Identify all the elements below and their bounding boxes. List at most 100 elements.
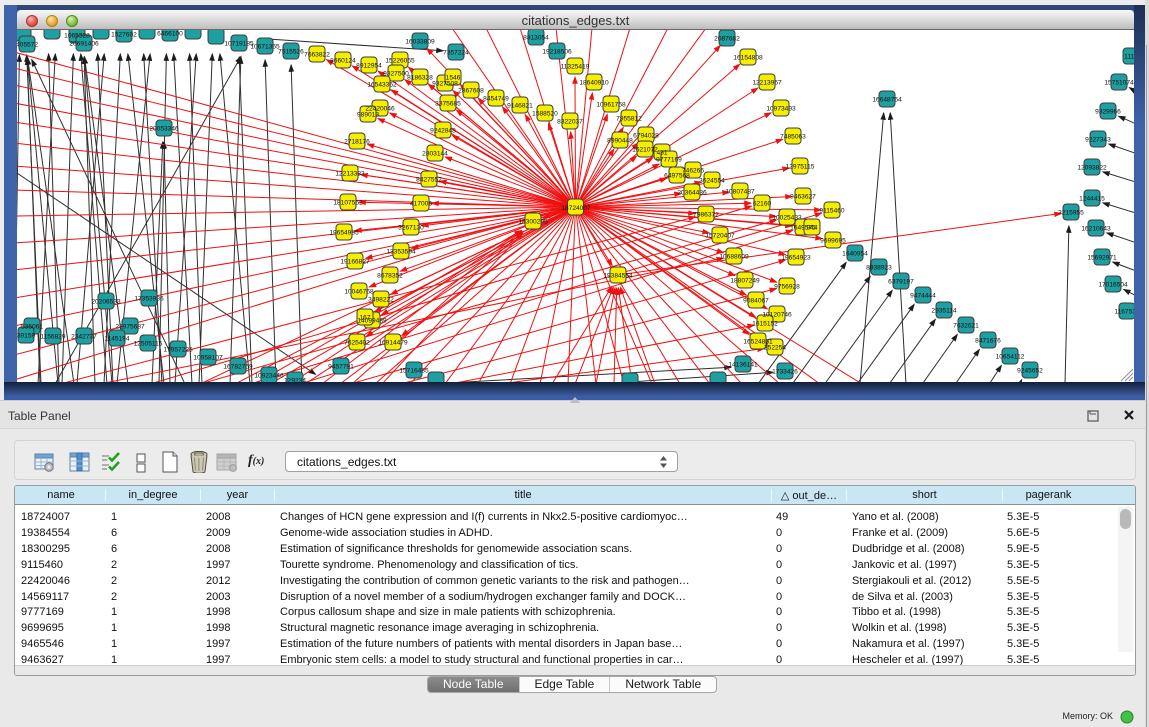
svg-text:6466100: 6466100 [157, 31, 183, 38]
svg-text:18807249: 18807249 [730, 278, 760, 285]
svg-text:15720407: 15720407 [705, 233, 735, 240]
svg-text:8427552: 8427552 [416, 177, 442, 184]
svg-text:12213967: 12213967 [752, 80, 782, 87]
svg-text:20206533: 20206533 [91, 299, 121, 306]
svg-text:10961758: 10961758 [596, 102, 626, 109]
svg-text:10923446: 10923446 [254, 373, 284, 380]
svg-text:20364436: 20364436 [677, 190, 707, 197]
svg-text:18724007: 18724007 [561, 205, 591, 212]
svg-text:9463627: 9463627 [790, 194, 816, 201]
svg-text:9329966: 9329966 [1095, 109, 1121, 116]
svg-text:10973493: 10973493 [766, 106, 796, 113]
svg-text:19166827: 19166827 [340, 259, 370, 266]
svg-text:7632621: 7632621 [953, 323, 979, 330]
svg-text:15226055: 15226055 [385, 58, 415, 65]
svg-text:1527602: 1527602 [111, 32, 137, 39]
svg-text:405572: 405572 [17, 42, 38, 49]
svg-text:39159: 39159 [17, 333, 35, 340]
svg-text:10025433: 10025433 [772, 215, 802, 222]
svg-text:20691406: 20691406 [69, 41, 99, 48]
svg-text:746266: 746266 [682, 168, 704, 175]
svg-text:12975115: 12975115 [786, 164, 815, 171]
svg-text:62160: 62160 [753, 201, 772, 208]
svg-text:6379197: 6379197 [888, 279, 914, 286]
svg-text:10120746: 10120746 [762, 312, 792, 319]
svg-text:9474444: 9474444 [910, 293, 936, 300]
svg-text:1156829: 1156829 [40, 334, 66, 341]
svg-text:8471676: 8471676 [975, 338, 1001, 345]
svg-text:3498222: 3498222 [368, 297, 394, 304]
svg-text:2803144: 2803144 [422, 151, 448, 158]
svg-text:9327508: 9327508 [432, 81, 458, 88]
svg-text:16210643: 16210643 [1081, 226, 1111, 233]
svg-text:20053346: 20053346 [149, 126, 179, 133]
svg-text:9242848: 9242848 [430, 128, 456, 135]
svg-text:8678352: 8678352 [377, 273, 403, 280]
svg-text:1733426: 1733426 [772, 369, 798, 376]
svg-text:3375685: 3375685 [435, 101, 461, 108]
svg-text:17957225: 17957225 [163, 347, 193, 354]
svg-text:7663822: 7663822 [304, 52, 330, 59]
svg-text:8454749: 8454749 [483, 96, 509, 103]
svg-text:8938923: 8938923 [866, 265, 892, 272]
svg-text:16914479: 16914479 [378, 340, 408, 347]
svg-text:16648764: 16648764 [872, 97, 902, 104]
svg-text:2342737: 2342737 [71, 334, 97, 341]
svg-text:9699695: 9699695 [820, 238, 846, 245]
svg-text:12213383: 12213383 [335, 171, 365, 178]
svg-text:19384554: 19384554 [603, 273, 633, 280]
svg-text:6794028: 6794028 [633, 133, 659, 140]
svg-text:16782759: 16782759 [223, 364, 253, 371]
svg-text:7955812: 7955812 [616, 116, 642, 123]
svg-text:16033809: 16033809 [405, 39, 435, 46]
svg-text:8912954: 8912954 [356, 63, 382, 70]
svg-text:18300295: 18300295 [518, 219, 548, 226]
svg-text:19654923: 19654923 [781, 255, 811, 262]
svg-text:2935114: 2935114 [931, 308, 957, 315]
svg-text:1244415: 1244415 [1079, 196, 1105, 203]
svg-text:2087682: 2087682 [714, 36, 740, 43]
svg-text:9777169: 9777169 [656, 157, 682, 164]
svg-text:10807487: 10807487 [725, 189, 755, 196]
svg-text:9084067: 9084067 [743, 298, 769, 305]
svg-text:8990448: 8990448 [607, 138, 633, 145]
svg-text:1546: 1546 [446, 75, 461, 82]
svg-text:9227343: 9227343 [1085, 137, 1111, 144]
svg-text:944: 944 [806, 225, 817, 232]
svg-text:252254: 252254 [764, 345, 786, 352]
svg-text:989013: 989013 [357, 112, 379, 119]
svg-text:11325419: 11325419 [561, 64, 590, 71]
svg-text:129234: 129234 [284, 378, 306, 383]
svg-text:17016504: 17016504 [1098, 282, 1128, 289]
svg-text:12093822: 12093822 [1077, 165, 1107, 172]
svg-text:7625402: 7625402 [344, 340, 370, 347]
svg-text:10046768: 10046768 [344, 289, 374, 296]
svg-text:2867608: 2867608 [458, 88, 484, 95]
svg-text:451: 451 [656, 150, 667, 157]
svg-text:1615152: 1615152 [752, 321, 778, 328]
svg-text:18640910: 18640910 [579, 80, 609, 87]
svg-text:9756928: 9756928 [774, 284, 800, 291]
svg-text:9457791: 9457791 [328, 364, 354, 371]
svg-text:17353936: 17353936 [134, 296, 164, 303]
svg-text:18107552: 18107552 [333, 200, 363, 207]
svg-text:1621072: 1621072 [632, 147, 658, 154]
svg-text:417006: 417006 [410, 201, 432, 208]
svg-text:7485063: 7485063 [780, 134, 806, 141]
svg-text:10654112: 10654112 [996, 354, 1025, 361]
svg-text:9115460: 9115460 [819, 208, 845, 215]
svg-text:3267130: 3267130 [398, 225, 424, 232]
svg-text:19218506: 19218506 [542, 49, 572, 56]
svg-text:7986372: 7986372 [693, 212, 719, 219]
svg-text:10671365: 10671365 [250, 44, 280, 51]
svg-text:15751074: 15751074 [1104, 80, 1134, 87]
svg-text:167: 167 [359, 315, 370, 322]
svg-text:1167533: 1167533 [1114, 309, 1134, 316]
svg-text:12505115: 12505115 [134, 341, 163, 348]
svg-text:8813054: 8813054 [523, 35, 549, 42]
svg-text:16154808: 16154808 [733, 55, 763, 62]
svg-text:9327500: 9327500 [383, 71, 409, 78]
svg-text:2718176: 2718176 [344, 139, 370, 146]
svg-text:23975687: 23975687 [115, 324, 145, 331]
svg-text:8186328: 8186328 [407, 75, 433, 82]
